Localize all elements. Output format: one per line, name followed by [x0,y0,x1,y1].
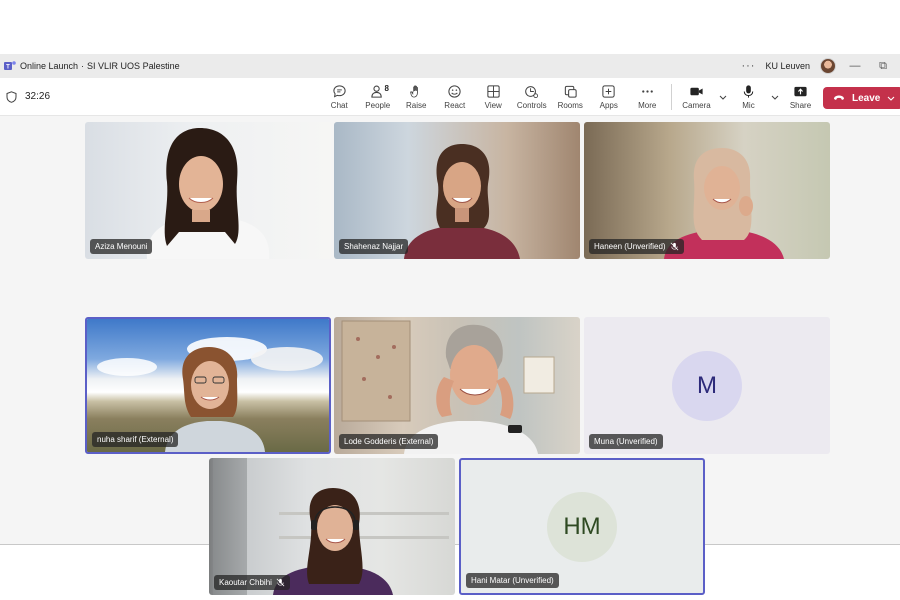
mic-icon [743,85,754,98]
controls-label: Controls [516,101,547,110]
mic-label: Mic [742,101,755,110]
react-button[interactable]: React [436,78,475,116]
toolbar-divider [670,84,672,110]
apps-button[interactable]: Apps [590,78,629,116]
mic-off-icon [276,578,285,587]
raise-label: Raise [406,101,427,110]
react-icon [448,85,461,98]
rooms-label: Rooms [557,101,583,110]
video-tile-muna[interactable]: M Muna (Unverified) [584,317,830,454]
people-label: People [365,101,391,110]
participant-initials-avatar: M [672,350,742,421]
participant-name: Muna (Unverified) [594,437,658,446]
apps-icon [602,85,615,98]
mic-off-icon [670,242,678,251]
svg-text:T: T [6,65,10,71]
raise-hand-icon [409,85,418,98]
camera-button[interactable]: Camera [678,78,716,116]
participant-name-tag: Hani Matar (Unverified) [466,573,559,588]
video-tile-lode[interactable]: Lode Godderis (External) [334,317,580,454]
video-tile-aziza[interactable]: Aziza Menouni [85,122,331,259]
participant-name: nuha sharif (External) [97,435,174,444]
mic-options-chevron-icon[interactable] [768,78,782,116]
participant-name-tag: Aziza Menouni [90,239,153,254]
minimize-button[interactable]: — [846,60,864,72]
participant-initials-avatar: HM [547,491,617,562]
org-name: KU Leuven [765,61,810,71]
hang-up-icon [834,95,844,100]
video-tile-kaoutar[interactable]: Kaoutar Chbihi [209,458,455,595]
participant-name-tag: Shahenaz Najjar [339,239,409,254]
mic-button[interactable]: Mic [730,78,768,116]
video-gallery: Aziza Menouni Shahenaz Najjar Haneen (Un… [0,116,900,599]
controls-icon [525,86,539,99]
participant-name: Kaoutar Chbihi [219,578,272,587]
share-button[interactable]: Share [782,78,820,116]
title-bar: T Online Launch · SI VLIR UOS Palestine … [0,54,900,78]
video-tile-hani[interactable]: HM Hani Matar (Unverified) [459,458,705,595]
rooms-icon [564,85,577,98]
controls-button[interactable]: Controls [513,78,552,116]
chat-label: Chat [330,101,348,110]
camera-options-chevron-icon[interactable] [716,78,730,116]
people-count-badge: 8 [384,84,389,93]
window-title: Online Launch [20,61,79,71]
rooms-button[interactable]: Rooms [551,78,590,116]
video-tile-haneen[interactable]: Haneen (Unverified) [584,122,830,259]
window-subtitle: SI VLIR UOS Palestine [87,61,180,71]
view-icon [487,85,500,98]
restore-button[interactable]: ⧉ [874,60,892,73]
meeting-toolbar: 32:26 Chat 8 People Raise React View Con… [0,78,900,116]
chat-icon [333,85,346,98]
participant-name: Hani Matar (Unverified) [471,576,554,585]
teams-logo-icon: T [4,61,16,71]
camera-icon [690,87,703,96]
video-tile-shahenaz[interactable]: Shahenaz Najjar [334,122,580,259]
meeting-timer: 32:26 [25,91,51,102]
more-label: More [638,101,657,110]
participant-name: Aziza Menouni [95,242,148,251]
title-separator: · [81,61,85,71]
leave-button[interactable]: Leave [823,87,900,109]
more-options-icon[interactable]: ··· [741,60,755,72]
participant-name: Shahenaz Najjar [344,242,404,251]
camera-label: Camera [682,101,711,110]
view-label: View [484,101,502,110]
chat-button[interactable]: Chat [320,78,359,116]
people-button[interactable]: 8 People [359,78,398,116]
view-button[interactable]: View [474,78,513,116]
participant-name-tag: Muna (Unverified) [589,434,663,449]
avatar[interactable] [820,58,836,74]
participant-name-tag: Lode Godderis (External) [339,434,439,449]
share-icon [794,86,807,97]
participant-name-tag: nuha sharif (External) [92,432,179,447]
react-label: React [444,101,466,110]
more-button[interactable]: More [628,78,667,116]
raise-hand-button[interactable]: Raise [397,78,436,116]
participant-name-tag: Kaoutar Chbihi [214,575,290,590]
participant-name: Lode Godderis (External) [344,437,434,446]
share-label: Share [789,101,812,110]
video-tile-nuha[interactable]: nuha sharif (External) [85,317,331,454]
apps-label: Apps [599,101,618,110]
teams-window: T Online Launch · SI VLIR UOS Palestine … [0,54,900,595]
leave-label: Leave [852,92,881,104]
shield-icon [6,90,17,103]
more-icon [641,90,653,93]
people-icon [371,85,383,98]
participant-name-tag: Haneen (Unverified) [589,239,684,254]
participant-name: Haneen (Unverified) [594,242,666,251]
leave-options-chevron-icon[interactable] [887,96,895,101]
